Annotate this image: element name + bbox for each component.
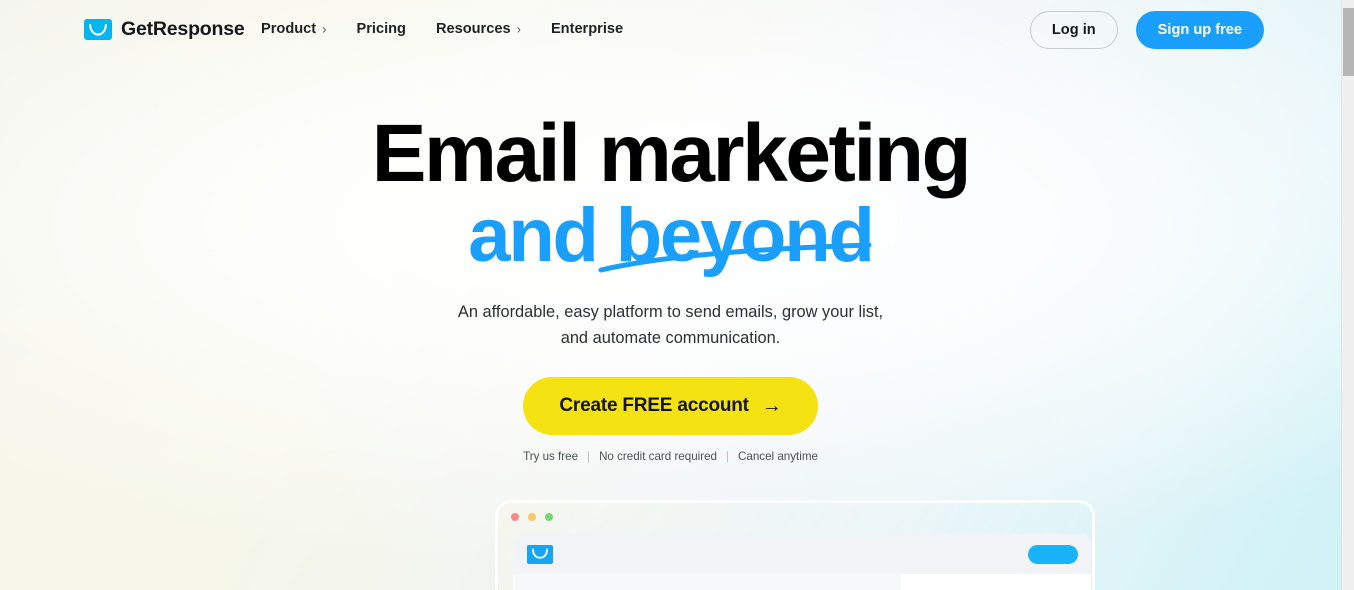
nav-label: Pricing	[356, 21, 406, 37]
fineprint-try-us-free: Try us free	[523, 450, 579, 463]
hero-subtitle: An affordable, easy platform to send ema…	[0, 299, 1341, 351]
fineprint-separator: |	[587, 450, 591, 463]
chevron-right-icon: ›	[322, 21, 327, 36]
log-in-button[interactable]: Log in	[1029, 11, 1118, 49]
nav-item-product[interactable]: Product ›	[261, 21, 326, 37]
mockup-app-surface	[513, 534, 1091, 590]
window-maximize-dot-icon	[545, 513, 553, 521]
nav-label: Resources	[435, 21, 511, 37]
vertical-scrollbar-thumb[interactable]	[1343, 8, 1354, 76]
product-screenshot-mockup	[495, 500, 1095, 590]
main-navigation: Product › Pricing Resources › Enterprise	[261, 21, 623, 37]
page-title-line-1: Email marketing	[371, 108, 972, 199]
nav-label: Enterprise	[550, 21, 624, 37]
mockup-side-panel	[901, 574, 1091, 590]
fineprint-no-credit-card: No credit card required	[599, 450, 717, 463]
brand-logo-link[interactable]: GetResponse	[84, 18, 245, 41]
sign-up-free-button[interactable]: Sign up free	[1135, 11, 1264, 49]
brand-name: GetResponse	[121, 18, 245, 40]
hero-subtitle-line-1: An affordable, easy platform to send ema…	[457, 303, 884, 321]
site-header: GetResponse Product › Pricing Resources …	[0, 0, 1341, 61]
mockup-primary-button	[1028, 544, 1078, 564]
cta-fineprint: Try us free | No credit card required | …	[0, 450, 1341, 463]
cta-label: Create FREE account	[559, 395, 749, 416]
envelope-icon	[527, 544, 553, 564]
window-close-dot-icon	[511, 513, 519, 521]
fineprint-separator: |	[726, 450, 730, 463]
page-title-line-2: and beyond	[468, 193, 875, 278]
create-free-account-button[interactable]: Create FREE account →	[523, 377, 818, 435]
page-background: GetResponse Product › Pricing Resources …	[0, 0, 1341, 590]
envelope-smile-icon	[84, 19, 112, 40]
fineprint-cancel-anytime: Cancel anytime	[738, 450, 818, 463]
window-minimize-dot-icon	[528, 513, 536, 521]
nav-label: Product	[261, 21, 317, 37]
vertical-scrollbar-track[interactable]	[1341, 0, 1354, 590]
auth-actions: Log in Sign up free	[1029, 11, 1264, 49]
mockup-app-body	[513, 574, 1091, 590]
hero-subtitle-line-2: and automate communication.	[560, 329, 781, 347]
nav-item-enterprise[interactable]: Enterprise	[551, 21, 623, 37]
mockup-app-header	[513, 534, 1091, 574]
nav-item-pricing[interactable]: Pricing	[356, 21, 405, 37]
cta-container: Create FREE account →	[0, 377, 1341, 435]
arrow-right-icon: →	[761, 395, 782, 417]
chevron-right-icon: ›	[516, 21, 521, 36]
window-traffic-lights	[511, 513, 553, 521]
nav-item-resources[interactable]: Resources ›	[436, 21, 521, 37]
